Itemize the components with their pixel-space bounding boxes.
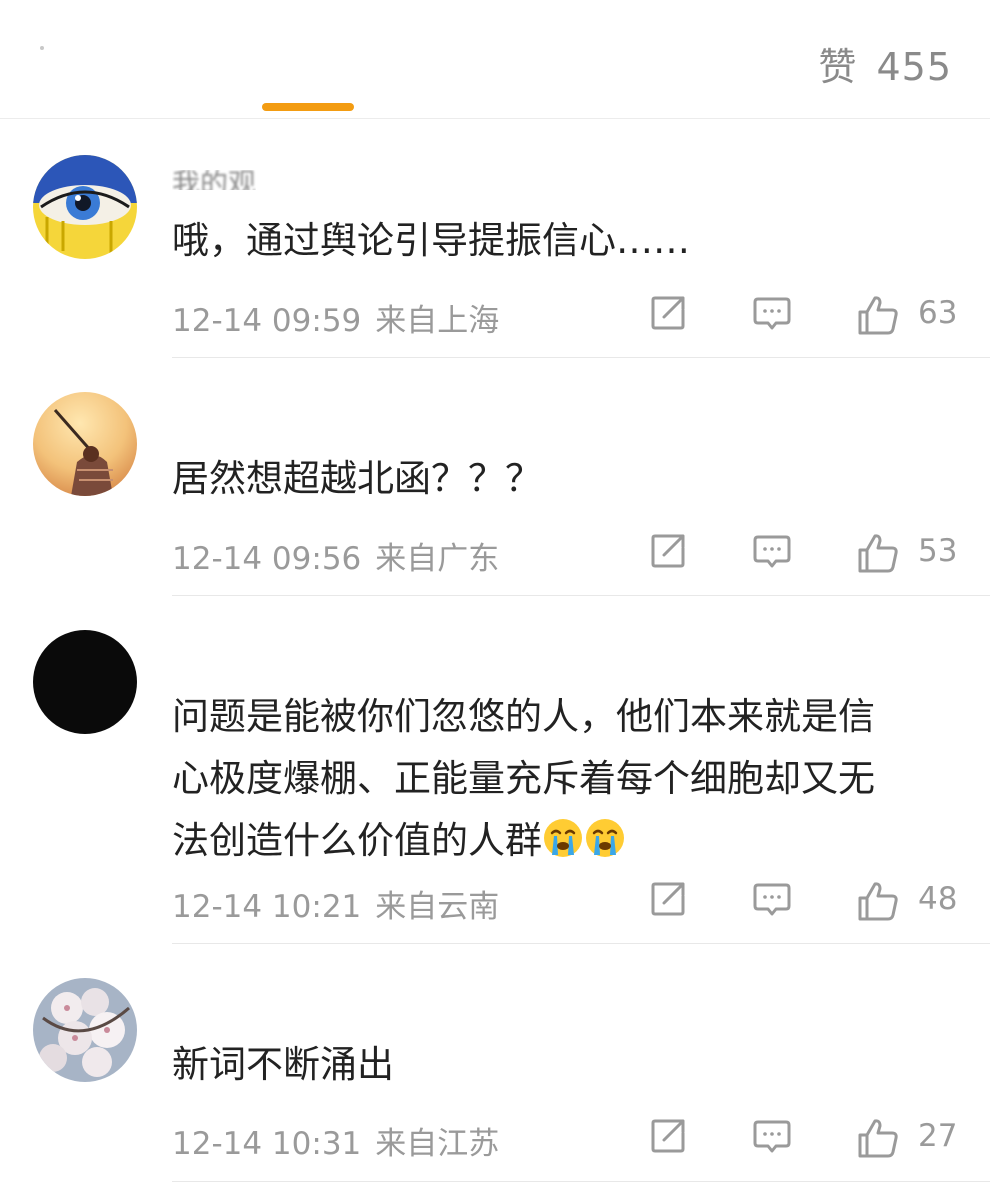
comment-text-line: 法创造什么价值的人群 — [172, 819, 542, 862]
comment-text-line-last: 法创造什么价值的人群 — [172, 810, 972, 872]
thumbs-up-icon[interactable] — [856, 879, 900, 923]
comment-time: 12-14 09:56 — [172, 541, 362, 577]
comments-header: 赞 455 — [0, 0, 990, 119]
comment-text: 新词不断涌出 — [172, 1043, 394, 1086]
like-count: 27 — [918, 1118, 958, 1154]
comment-text-line: 心极度爆棚、正能量充斥着每个细胞却又无 — [172, 757, 875, 800]
username[interactable]: 我的观 — [172, 170, 256, 190]
like-count: 63 — [918, 295, 958, 331]
comment-icon[interactable] — [752, 293, 792, 333]
comment-actions: 53 — [648, 531, 960, 575]
thumbs-up-icon[interactable] — [856, 293, 900, 337]
comment-icon[interactable] — [752, 531, 792, 571]
comment-actions: 48 — [648, 879, 960, 923]
share-icon[interactable] — [648, 531, 688, 571]
divider — [172, 1181, 990, 1182]
like-count: 48 — [918, 881, 958, 917]
avatar[interactable] — [33, 978, 137, 1082]
comment-text: 居然想超越北函？？？ — [172, 457, 542, 500]
comment-location: 来自云南 — [375, 889, 500, 925]
comment-icon[interactable] — [752, 879, 792, 919]
comment-meta: 12-14 09:56 来自广东 — [172, 533, 499, 578]
comment-location: 来自上海 — [375, 303, 500, 339]
comment-text: 哦，通过舆论引导提振信心…… — [172, 219, 690, 262]
comment-icon[interactable] — [752, 1116, 792, 1156]
comment-time: 12-14 10:21 — [172, 889, 362, 925]
tab-placeholder-dot — [40, 46, 44, 50]
divider — [172, 357, 990, 358]
avatar[interactable] — [33, 392, 137, 496]
comment-time: 12-14 10:31 — [172, 1126, 362, 1162]
comment-actions: 63 — [648, 293, 960, 337]
avatar[interactable] — [33, 155, 137, 259]
share-icon[interactable] — [648, 879, 688, 919]
thumbs-up-icon[interactable] — [856, 531, 900, 575]
divider — [172, 595, 990, 596]
comment-actions: 27 — [648, 1116, 960, 1160]
comment-meta: 12-14 10:31 来自江苏 — [172, 1118, 499, 1163]
comment-time: 12-14 09:59 — [172, 303, 362, 339]
avatar[interactable] — [33, 630, 137, 734]
active-tab-indicator — [262, 103, 354, 111]
likes-count: 455 — [876, 45, 952, 89]
like-count: 53 — [918, 533, 958, 569]
comment-text: 问题是能被你们忽悠的人，他们本来就是信 心极度爆棚、正能量充斥着每个细胞却又无 … — [172, 686, 972, 872]
share-icon[interactable] — [648, 293, 688, 333]
comment-meta: 12-14 10:21 来自云南 — [172, 881, 499, 926]
comment-location: 来自江苏 — [375, 1126, 500, 1162]
likes-label: 赞 — [818, 45, 858, 89]
comment-location: 来自广东 — [375, 541, 500, 577]
likes-total-tab[interactable]: 赞 455 — [818, 36, 952, 91]
crying-face-emoji — [586, 819, 624, 857]
comment-meta: 12-14 09:59 来自上海 — [172, 295, 499, 340]
comment-text-line: 问题是能被你们忽悠的人，他们本来就是信 — [172, 695, 875, 738]
thumbs-up-icon[interactable] — [856, 1116, 900, 1160]
divider — [172, 943, 990, 944]
share-icon[interactable] — [648, 1116, 688, 1156]
crying-face-emoji — [544, 819, 582, 857]
